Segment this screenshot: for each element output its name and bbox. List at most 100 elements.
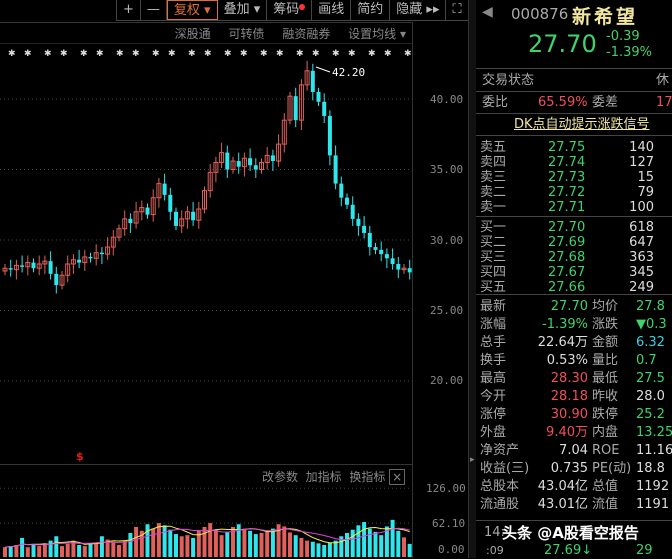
info-marker: ✱ bbox=[168, 49, 176, 59]
volume-bar bbox=[248, 530, 253, 557]
price-tick: 25.00 bbox=[430, 304, 464, 317]
volume-bar bbox=[145, 524, 150, 557]
stat-value: 28.30 bbox=[550, 371, 588, 386]
candle-body bbox=[356, 218, 361, 226]
sgt-link[interactable]: 深股通 bbox=[175, 27, 211, 41]
stat-value: 9.40万 bbox=[546, 425, 588, 440]
stat-value: 18.8 bbox=[636, 461, 665, 476]
volume-bar bbox=[134, 526, 139, 557]
dk-signal-link[interactable]: DK点自动提示涨跌信号 bbox=[514, 116, 672, 133]
close-indicator-icon[interactable]: × bbox=[389, 469, 406, 485]
chart-subbar: 深股通 可转债 融资融券 设置均线 ▾ bbox=[0, 22, 412, 44]
volume-bar bbox=[345, 532, 349, 557]
trade-status-value: 休 bbox=[656, 73, 670, 88]
change-params-button[interactable]: 改参数 bbox=[262, 470, 298, 484]
ask-volume: 100 bbox=[629, 200, 654, 215]
candle-body bbox=[20, 265, 25, 267]
volume-bar bbox=[191, 537, 196, 557]
tick-volume: 29 bbox=[636, 543, 653, 558]
stat-value: 28.0 bbox=[636, 389, 665, 404]
stat-value: 30.90 bbox=[550, 407, 588, 422]
draw-line-button[interactable]: 画线 bbox=[312, 0, 352, 20]
add-indicator-button[interactable]: 加指标 bbox=[306, 470, 342, 484]
volume-tick: 126.00 bbox=[426, 482, 466, 495]
candle-body bbox=[162, 183, 167, 195]
volume-bar bbox=[88, 543, 93, 557]
stat-value: 27.8 bbox=[636, 299, 665, 314]
candle-body bbox=[270, 155, 275, 162]
volume-bar bbox=[8, 546, 13, 557]
candle-body bbox=[191, 211, 196, 221]
volume-bar bbox=[293, 535, 298, 557]
info-marker: ✱ bbox=[188, 49, 196, 59]
weicha-value: 17( bbox=[656, 95, 672, 110]
convertible-bond-link[interactable]: 可转债 bbox=[228, 27, 264, 41]
ma-settings-dropdown[interactable]: 设置均线 ▾ bbox=[348, 27, 406, 41]
panel-splitter[interactable]: ▸ bbox=[468, 0, 476, 558]
volume-bar bbox=[185, 535, 190, 557]
info-marker: ✱ bbox=[60, 49, 68, 59]
volume-bar bbox=[65, 543, 70, 557]
stat-value: 0.7 bbox=[636, 353, 657, 368]
candle-body bbox=[396, 263, 401, 270]
axis-divider bbox=[412, 22, 413, 558]
volume-bar bbox=[94, 542, 99, 557]
percent-change: -1.39% bbox=[606, 45, 652, 60]
candle-body bbox=[168, 194, 173, 212]
simple-mode-button[interactable]: 简约 bbox=[351, 0, 391, 20]
info-marker: ✱ bbox=[8, 49, 16, 59]
switch-indicator-button[interactable]: 换指标 bbox=[349, 470, 385, 484]
volume-bar bbox=[179, 536, 184, 557]
candle-body bbox=[310, 70, 315, 92]
volume-bar bbox=[265, 531, 270, 557]
volume-bar bbox=[99, 536, 104, 557]
last-price: 27.70 bbox=[528, 30, 597, 58]
candle-body bbox=[99, 252, 104, 255]
back-arrow-icon[interactable]: ◀ bbox=[482, 4, 493, 20]
volume-bar bbox=[356, 525, 361, 557]
volume-bar bbox=[37, 546, 42, 557]
stat-value: -1.39% bbox=[542, 317, 588, 332]
candle-body bbox=[174, 211, 178, 226]
volume-bar bbox=[60, 546, 64, 557]
volume-bar bbox=[42, 543, 47, 557]
volume-bar bbox=[402, 537, 406, 557]
info-marker: ✱ bbox=[44, 49, 52, 59]
info-marker: ✱ bbox=[80, 49, 88, 59]
stat-value: 13.25 bbox=[636, 425, 672, 440]
zoom-in-button[interactable]: + bbox=[117, 0, 141, 20]
zoom-out-button[interactable]: — bbox=[141, 0, 167, 20]
volume-bar bbox=[305, 540, 310, 557]
candle-body bbox=[253, 165, 258, 170]
stat-value: ▼0.3 bbox=[636, 317, 667, 332]
stat-value: 11.16 bbox=[636, 443, 672, 458]
volume-bar bbox=[362, 522, 367, 557]
volume-bar bbox=[327, 542, 332, 557]
quote-panel: ◀ 000876 新希望 27.70 -0.39 -1.39% 交易状态 休 委… bbox=[476, 0, 672, 558]
volume-bar bbox=[379, 535, 384, 557]
stat-value: 1192 bbox=[636, 479, 670, 494]
volume-bar bbox=[225, 532, 230, 557]
volume-tick: 0.00 bbox=[438, 543, 465, 556]
volume-bar bbox=[3, 547, 7, 557]
stat-value: 6.32 bbox=[636, 335, 665, 350]
candle-body bbox=[339, 183, 344, 198]
candle-body bbox=[379, 249, 384, 255]
stock-name: 新希望 bbox=[572, 6, 639, 28]
volume-bar bbox=[82, 546, 87, 557]
hide-button[interactable]: 隐藏 ▸▸ bbox=[390, 0, 447, 20]
candle-body bbox=[128, 218, 133, 224]
candle-body bbox=[293, 96, 298, 121]
signal-marker: $ bbox=[76, 450, 84, 463]
overlay-dropdown[interactable]: 叠加 ▾ bbox=[218, 0, 268, 20]
volume-bar bbox=[151, 528, 156, 557]
candle-body bbox=[390, 258, 395, 264]
info-marker: ✱ bbox=[312, 49, 320, 59]
margin-link[interactable]: 融资融券 bbox=[282, 27, 330, 41]
fullscreen-icon[interactable]: ⛶ bbox=[446, 0, 469, 20]
candle-body bbox=[322, 101, 327, 116]
chips-button[interactable]: 筹码 bbox=[267, 0, 313, 20]
fuquan-dropdown[interactable]: 复权 ▾ bbox=[166, 0, 218, 20]
candle-body bbox=[367, 232, 372, 248]
volume-bar bbox=[48, 540, 53, 557]
